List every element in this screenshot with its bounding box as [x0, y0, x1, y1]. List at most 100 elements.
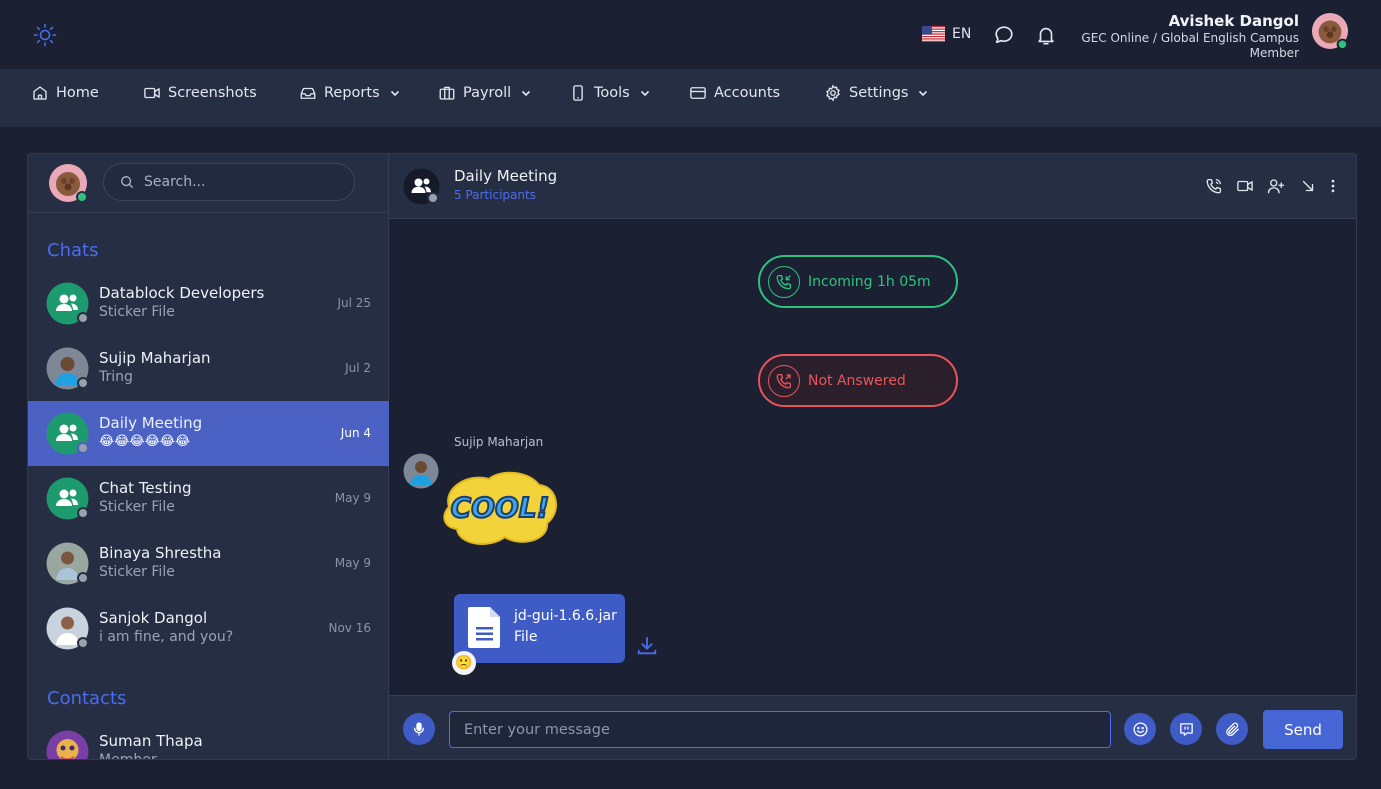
- nav-home-label: Home: [56, 85, 99, 101]
- nav-screenshots-label: Screenshots: [168, 85, 257, 101]
- mobile-icon: [573, 85, 583, 101]
- chat-date: Nov 16: [328, 621, 371, 635]
- briefcase-icon: [439, 86, 455, 100]
- sticker-icon: [1179, 722, 1193, 736]
- person-avatar: [46, 730, 89, 759]
- chat-last-message: Sticker File: [99, 304, 175, 320]
- language-selector[interactable]: EN: [922, 26, 971, 42]
- search-icon: [121, 176, 134, 189]
- nav-reports[interactable]: Reports: [299, 84, 401, 102]
- conversation-area: Daily Meeting 5 Participants Incoming 1h…: [389, 154, 1356, 759]
- file-type: File: [514, 629, 538, 645]
- contact-item-suman-thapa[interactable]: Suman Thapa Member: [28, 719, 389, 760]
- chat-item-sanjok-dangol[interactable]: Sanjok Dangol i am fine, and you? Nov 16: [28, 596, 389, 661]
- search-input[interactable]: [144, 174, 324, 190]
- nav-settings[interactable]: Settings: [824, 84, 929, 102]
- chat-last-message: Tring: [99, 369, 133, 385]
- nav-reports-label: Reports: [324, 85, 380, 101]
- participant-count[interactable]: 5 Participants: [454, 188, 536, 202]
- message-list[interactable]: Incoming 1h 05m Not Answered Sujip Mahar…: [389, 219, 1356, 695]
- file-name: jd-gui-1.6.6.jar: [514, 608, 617, 624]
- user-organization: GEC Online / Global English Campus: [1081, 31, 1299, 45]
- chat-date: Jul 25: [337, 296, 371, 310]
- chat-name: Sanjok Dangol: [99, 609, 208, 627]
- user-role: Member: [1249, 46, 1299, 60]
- nav-accounts[interactable]: Accounts: [689, 84, 780, 102]
- chat-panel: Chats Datablock Developers Sticker File …: [27, 153, 1357, 760]
- user-avatar[interactable]: [1311, 12, 1349, 50]
- contacts-section-title: Contacts: [47, 688, 127, 709]
- home-icon: [33, 86, 47, 100]
- chat-date: Jun 4: [340, 426, 371, 440]
- status-indicator: [77, 377, 89, 389]
- nav-tools[interactable]: Tools: [569, 84, 651, 102]
- chat-bubble-icon[interactable]: [993, 24, 1015, 46]
- chat-item-binaya-shrestha[interactable]: Binaya Shrestha Sticker File May 9: [28, 531, 389, 596]
- credit-card-icon: [690, 87, 706, 99]
- chat-item-daily-meeting[interactable]: Daily Meeting 😂😂😂😂😂😂 Jun 4: [28, 401, 389, 466]
- nav-payroll[interactable]: Payroll: [438, 84, 532, 102]
- microphone-icon: [414, 722, 424, 736]
- contact-role: Member: [99, 752, 157, 760]
- chevron-down-icon: [522, 90, 531, 97]
- sticker-text: COOL!: [451, 491, 550, 524]
- more-options-icon[interactable]: [1324, 177, 1342, 195]
- sun-icon[interactable]: [33, 23, 57, 47]
- conversation-title: Daily Meeting: [454, 167, 558, 185]
- paperclip-icon: [1225, 722, 1239, 736]
- chat-date: May 9: [334, 556, 371, 570]
- chat-name: Binaya Shrestha: [99, 544, 222, 562]
- inbox-icon: [300, 87, 316, 99]
- chat-last-message: Sticker File: [99, 564, 175, 580]
- search-box[interactable]: [103, 163, 355, 201]
- send-button[interactable]: Send: [1263, 710, 1343, 749]
- nav-payroll-label: Payroll: [463, 85, 512, 101]
- chat-item-chat-testing[interactable]: Chat Testing Sticker File May 9: [28, 466, 389, 531]
- emoji-button[interactable]: [1124, 713, 1156, 745]
- reaction-emoji[interactable]: 🙁: [452, 651, 476, 675]
- attach-button[interactable]: [1216, 713, 1248, 745]
- phone-call-icon[interactable]: [1205, 177, 1223, 195]
- status-indicator: [77, 507, 89, 519]
- chevron-down-icon: [640, 90, 649, 97]
- status-indicator: [77, 572, 89, 584]
- document-icon: [468, 607, 500, 648]
- call-log-label: Not Answered: [808, 372, 906, 389]
- nav-accounts-label: Accounts: [714, 85, 781, 101]
- microphone-button[interactable]: [403, 713, 435, 745]
- chat-item-datablock-developers[interactable]: Datablock Developers Sticker File Jul 25: [28, 271, 389, 336]
- bell-icon[interactable]: [1035, 24, 1057, 46]
- file-message[interactable]: jd-gui-1.6.6.jar File: [454, 594, 625, 663]
- chat-name: Chat Testing: [99, 479, 192, 497]
- nav-settings-label: Settings: [849, 85, 909, 101]
- download-icon[interactable]: [636, 635, 658, 657]
- cool-sticker[interactable]: COOL!: [439, 467, 561, 549]
- video-call-icon[interactable]: [1236, 177, 1254, 195]
- group-avatar[interactable]: [403, 168, 440, 205]
- my-avatar[interactable]: [48, 163, 88, 203]
- chat-last-message: 😂😂😂😂😂😂: [99, 434, 191, 449]
- status-indicator: [77, 442, 89, 454]
- sticker-button[interactable]: [1170, 713, 1202, 745]
- call-log-label: Incoming 1h 05m: [808, 273, 931, 290]
- message-composer: Send: [389, 695, 1356, 759]
- nav-tools-label: Tools: [594, 85, 630, 101]
- video-icon: [144, 87, 160, 99]
- chat-sidebar: Chats Datablock Developers Sticker File …: [28, 154, 389, 760]
- nav-screenshots[interactable]: Screenshots: [143, 84, 257, 102]
- chat-date: Jul 2: [345, 361, 371, 375]
- gear-icon: [826, 84, 840, 102]
- add-user-icon[interactable]: [1267, 177, 1285, 195]
- nav-home[interactable]: Home: [31, 84, 99, 102]
- user-info[interactable]: Avishek Dangol GEC Online / Global Engli…: [1081, 12, 1299, 61]
- call-log-missed: Not Answered: [758, 354, 958, 407]
- chat-item-sujip-maharjan[interactable]: Sujip Maharjan Tring Jul 2: [28, 336, 389, 401]
- language-label: EN: [952, 26, 972, 42]
- chat-date: May 9: [334, 491, 371, 505]
- minimize-arrow-icon[interactable]: [1299, 177, 1317, 195]
- sender-avatar[interactable]: [403, 453, 439, 489]
- message-input[interactable]: [449, 711, 1111, 748]
- user-name: Avishek Dangol: [1168, 12, 1299, 30]
- sidebar-header: [28, 154, 389, 213]
- missed-call-icon: [768, 364, 800, 397]
